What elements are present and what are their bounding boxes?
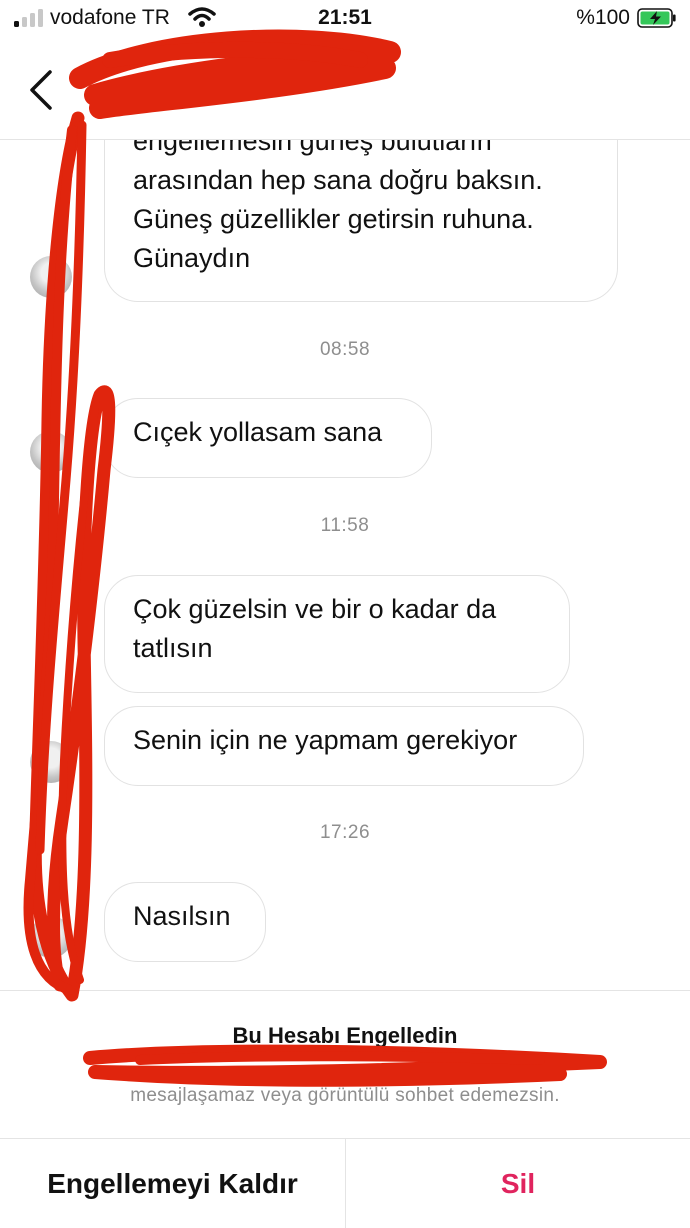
message-list[interactable]: engellemesin güneş bulutların arasından … xyxy=(0,140,690,990)
message-bubble[interactable]: Cıçek yollasam sana xyxy=(104,398,432,478)
sender-avatar[interactable] xyxy=(30,916,72,958)
sender-avatar[interactable] xyxy=(30,431,72,473)
chat-header xyxy=(0,40,690,140)
message-bubble[interactable]: Çok güzelsin ve bir o kadar da tatlısın xyxy=(104,575,570,693)
unblock-button[interactable]: Engellemeyi Kaldır xyxy=(0,1139,346,1228)
sender-avatar[interactable] xyxy=(30,256,72,298)
sender-avatar[interactable] xyxy=(30,741,72,783)
blocked-description: mesajlaşamaz veya görüntülü sohbet edeme… xyxy=(130,1085,560,1106)
message-timestamp: 11:58 xyxy=(320,515,370,536)
blocked-title: Bu Hesabı Engelledin xyxy=(232,1023,458,1048)
message-timestamp: 17:26 xyxy=(319,822,371,843)
battery-charging-icon xyxy=(637,8,676,28)
battery-percentage: %100 xyxy=(576,6,630,29)
delete-button[interactable]: Sil xyxy=(346,1139,690,1228)
message-bubble[interactable]: Nasılsın xyxy=(104,882,266,962)
message-bubble[interactable]: Senin için ne yapmam gerekiyor xyxy=(104,706,584,786)
status-bar: vodafone TR 21:51 %100 xyxy=(0,0,690,40)
blocked-notice: Bu Hesabı Engelledin mesajlaşamaz veya g… xyxy=(0,990,690,1139)
message-timestamp: 08:58 xyxy=(319,339,371,360)
back-chevron-icon[interactable] xyxy=(26,68,58,112)
message-bubble[interactable]: engellemesin güneş bulutların arasından … xyxy=(104,140,618,302)
action-bar: Engellemeyi Kaldır Sil xyxy=(0,1138,690,1228)
